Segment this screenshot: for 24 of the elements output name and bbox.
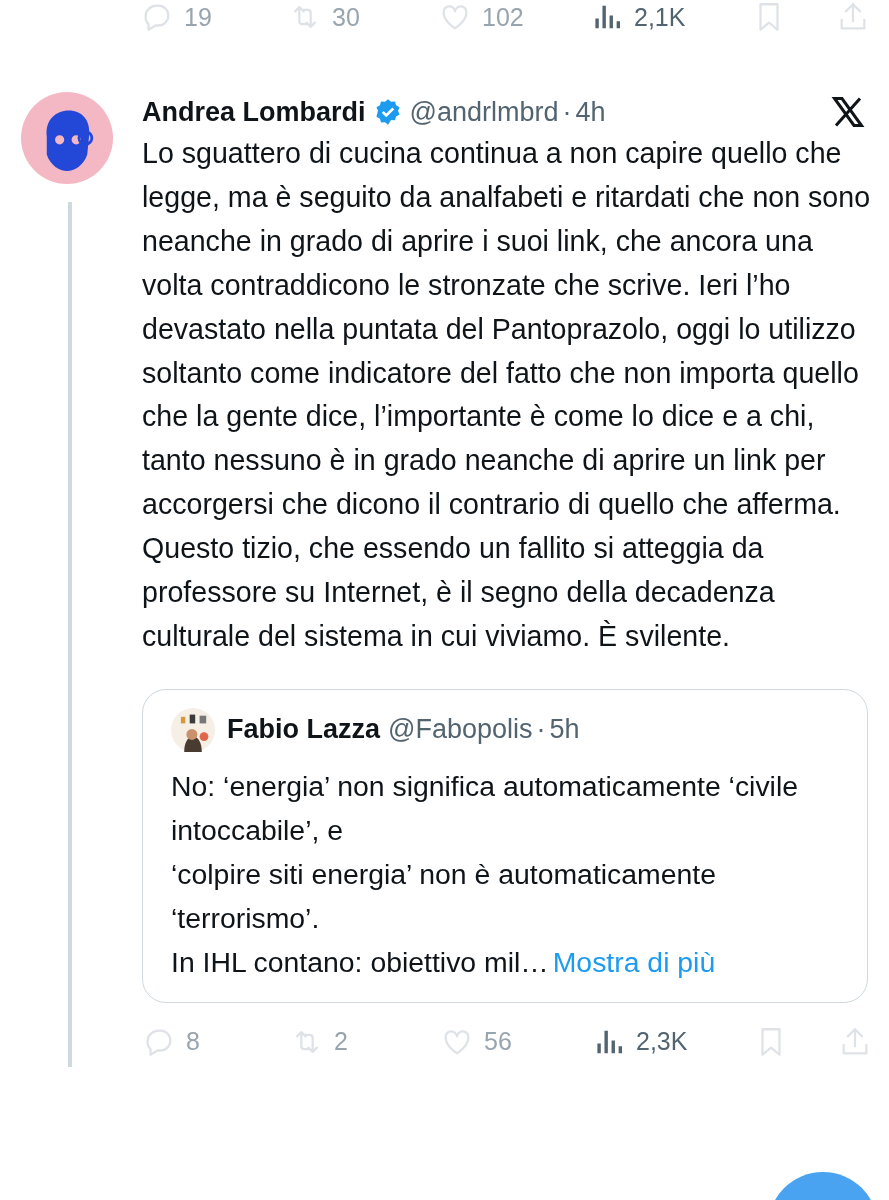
action-count: 2,3K: [636, 1027, 688, 1057]
action-count: 19: [184, 2, 212, 32]
action-count: 2: [334, 1027, 348, 1057]
post-time[interactable]: 4h: [575, 96, 606, 128]
separator-dot: ·: [562, 96, 572, 128]
user-handle[interactable]: @Fabopolis: [388, 714, 533, 746]
action-count: 8: [186, 1027, 200, 1057]
post-time[interactable]: 5h: [549, 714, 580, 746]
quoted-text-line: In IHL contano: obiettivo mil…: [171, 944, 549, 980]
action-count: 2,1K: [634, 2, 686, 32]
action-count: 30: [332, 2, 360, 32]
separator-dot: ·: [536, 714, 546, 746]
quoted-post-card[interactable]: Fabio Lazza @Fabopolis·5h No: ‘energia’ non significa automaticamente ‘civile intoccabile’, e ‘colpire siti energia’ non è automaticamente ‘terrorismo’. In IHL contano: obiettivo mil…Mostra di più: [142, 688, 868, 1003]
author-name[interactable]: Andrea Lombardi: [142, 96, 366, 128]
quoted-text-line: No: ‘energia’ non significa automaticamente ‘civile intoccabile’, e: [171, 768, 800, 848]
avatar[interactable]: [171, 707, 215, 752]
quoted-text-line: ‘colpire siti energia’ non è automaticamente ‘terrorismo’.: [171, 856, 717, 936]
author-name[interactable]: Fabio Lazza: [227, 714, 381, 746]
user-handle[interactable]: @andrlmbrd: [409, 96, 559, 128]
action-count: 102: [482, 2, 524, 32]
avatar[interactable]: [21, 92, 113, 184]
x-logo-icon[interactable]: [830, 94, 866, 130]
post-text: Lo sguattero di cucina continua a non capire quello che legge, ma è seguito da analfabeti e ritardati che non sono neanche in grado di aprire i suoi link, che ancora una volta contraddicono le stronzate che scrive. Ieri l’ho devastato nella puntata del Pantoprazolo, oggi lo utilizzo soltanto come indicatore del fatto che non importa quello che la gente dice, l’importante è come lo dice e a chi, tanto nessuno è in grado neanche di aprire un link per accorgersi che dicono il contrario di quello che afferma. Questo tizio, che essendo un fallito si atteggia da professore su Internet, è il segno della decadenza culturale del sistema in cui viviamo. È svilente.: [142, 136, 872, 654]
action-count: 56: [484, 1027, 512, 1057]
